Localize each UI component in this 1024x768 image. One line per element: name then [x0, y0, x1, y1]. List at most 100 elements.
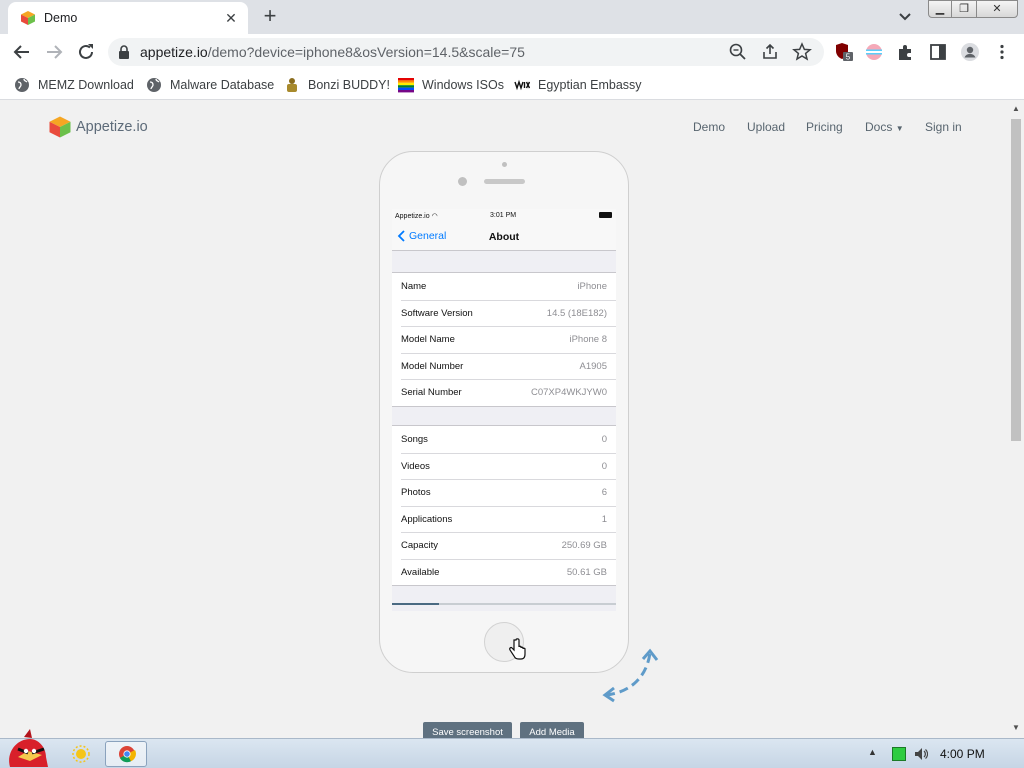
bookmark-egyptian-embassy[interactable]: Egyptian Embassy	[514, 76, 642, 94]
settings-row: Videos 0	[392, 452, 616, 480]
pride-extension-icon[interactable]	[864, 42, 884, 62]
settings-row: Serial Number C07XP4WKJYW0	[392, 379, 616, 406]
lock-icon[interactable]	[118, 45, 130, 59]
bookmark-star-icon[interactable]	[792, 42, 812, 62]
rotate-device-icon[interactable]	[602, 645, 662, 705]
row-label: Model Number	[401, 360, 464, 372]
settings-row: Photos 6	[392, 479, 616, 506]
row-label: Songs	[401, 434, 428, 445]
new-tab-button[interactable]: +	[258, 5, 282, 29]
back-arrow-icon[interactable]	[10, 40, 34, 64]
tray-expand-icon[interactable]: ▲	[868, 747, 882, 761]
row-value: 50.61 GB	[566, 566, 607, 578]
bookmark-label: Bonzi BUDDY!	[308, 78, 390, 92]
row-value: 6	[601, 487, 607, 498]
row-value: iPhone 8	[569, 334, 607, 345]
row-label: Serial Number	[401, 387, 462, 398]
address-bar[interactable]: appetize.io/demo?device=iphone8&osVersio…	[108, 38, 824, 66]
settings-row: Model Number A1905	[392, 352, 616, 380]
add-media-button[interactable]: Add Media	[520, 722, 584, 738]
phone-sensor	[502, 162, 507, 167]
window-minimize-button[interactable]: ▁	[928, 0, 952, 18]
bookmark-label: Egyptian Embassy	[538, 78, 642, 92]
appetize-cube-icon	[21, 11, 35, 25]
row-value: C07XP4WKJYW0	[530, 387, 607, 398]
ios-nav-bar: General About	[392, 223, 616, 251]
folder-sun-icon	[72, 745, 90, 763]
settings-row: Available 50.61 GB	[392, 558, 616, 586]
windows-flag-icon	[398, 78, 414, 93]
windows-taskbar: ▲ 4:00 PM	[0, 729, 1024, 768]
scroll-thumb[interactable]	[1011, 119, 1021, 441]
settings-row: Applications 1	[392, 505, 616, 533]
url-text[interactable]: appetize.io/demo?device=iphone8&osVersio…	[140, 44, 525, 60]
browser-tab[interactable]: Demo ✕	[8, 2, 248, 34]
status-time: 3:01 PM	[490, 212, 517, 219]
tab-close-icon[interactable]: ✕	[222, 9, 240, 27]
volume-icon[interactable]	[914, 747, 928, 761]
start-button-bird-icon[interactable]	[4, 729, 50, 768]
side-panel-icon[interactable]	[928, 42, 948, 62]
battery-icon	[599, 212, 612, 218]
profile-avatar-icon[interactable]	[960, 42, 980, 62]
status-carrier: Appetize.io ◠	[395, 212, 438, 220]
bookmark-bonzi-buddy[interactable]: Bonzi BUDDY!	[284, 76, 390, 94]
taskbar-chrome[interactable]	[105, 741, 147, 767]
nav-docs[interactable]: Docs ▼	[865, 120, 904, 134]
loading-progress-bar	[392, 603, 616, 605]
phone-speaker	[484, 179, 525, 184]
chrome-menu-icon[interactable]	[992, 42, 1012, 62]
tray-battery-icon[interactable]	[892, 747, 906, 761]
taskbar-clock[interactable]: 4:00 PM	[940, 747, 985, 761]
tab-search-chevron-icon[interactable]	[894, 6, 916, 28]
zoom-icon[interactable]	[728, 42, 748, 62]
bookmark-windows-isos[interactable]: Windows ISOs	[398, 76, 504, 94]
bookmark-memz-download[interactable]: MEMZ Download	[14, 76, 134, 94]
row-label: Photos	[401, 487, 431, 498]
row-value: iPhone	[577, 281, 607, 292]
bookmark-label: Malware Database	[170, 78, 275, 92]
settings-row: Model Name iPhone 8	[392, 326, 616, 353]
device-screen[interactable]: Appetize.io ◠ 3:01 PM General About Name…	[392, 209, 616, 611]
nav-pricing[interactable]: Pricing	[806, 120, 843, 134]
phone-camera	[458, 177, 467, 186]
globe-icon	[147, 78, 161, 92]
row-label: Available	[401, 566, 440, 578]
url-host: appetize.io	[140, 44, 208, 60]
browser-toolbar: appetize.io/demo?device=iphone8&osVersio…	[0, 34, 1024, 70]
reload-icon[interactable]	[74, 40, 98, 64]
share-icon[interactable]	[760, 42, 780, 62]
wifi-icon: ◠	[431, 213, 438, 220]
window-close-button[interactable]: ✕	[976, 0, 1018, 18]
nav-demo[interactable]: Demo	[693, 120, 725, 134]
bookmark-label: Windows ISOs	[422, 78, 504, 92]
status-carrier-label: Appetize.io	[395, 213, 430, 220]
scroll-down-arrow-icon[interactable]: ▼	[1011, 723, 1021, 733]
about-info-group: Name iPhone Software Version 14.5 (18E182) M…	[392, 272, 616, 407]
row-value: 0	[601, 434, 607, 445]
page-scrollbar[interactable]: ▲ ▼	[1008, 101, 1024, 738]
window-restore-button[interactable]: ❐	[951, 0, 977, 18]
save-screenshot-button[interactable]: Save screenshot	[423, 722, 512, 738]
row-value: 0	[601, 460, 607, 472]
nav-upload[interactable]: Upload	[747, 120, 785, 134]
extensions-puzzle-icon[interactable]	[896, 42, 916, 62]
bookmark-malware-database[interactable]: Malware Database	[146, 76, 274, 94]
nav-sign-in[interactable]: Sign in	[925, 120, 962, 134]
chrome-icon	[119, 746, 136, 763]
row-value: A1905	[579, 360, 607, 372]
bonzi-icon	[287, 78, 297, 92]
forward-arrow-icon[interactable]	[42, 40, 66, 64]
caret-down-icon: ▼	[895, 124, 904, 133]
tab-strip: Demo ✕ + ▁ ❐ ✕	[0, 0, 1024, 34]
device-frame: Appetize.io ◠ 3:01 PM General About Name…	[379, 151, 629, 673]
screen-title: About	[488, 231, 520, 243]
scroll-up-arrow-icon[interactable]: ▲	[1011, 104, 1021, 114]
media-info-group: Songs 0 Videos 0 Photos 6 Applications 1 Capacit…	[392, 425, 616, 586]
row-value: 14.5 (18E182)	[546, 307, 607, 319]
wix-icon	[514, 79, 530, 91]
ublock-shield-icon[interactable]: 5	[834, 42, 854, 62]
site-logo[interactable]: Appetize.io	[48, 115, 148, 139]
settings-row: Songs 0	[392, 426, 616, 453]
taskbar-file-explorer[interactable]	[60, 741, 102, 767]
